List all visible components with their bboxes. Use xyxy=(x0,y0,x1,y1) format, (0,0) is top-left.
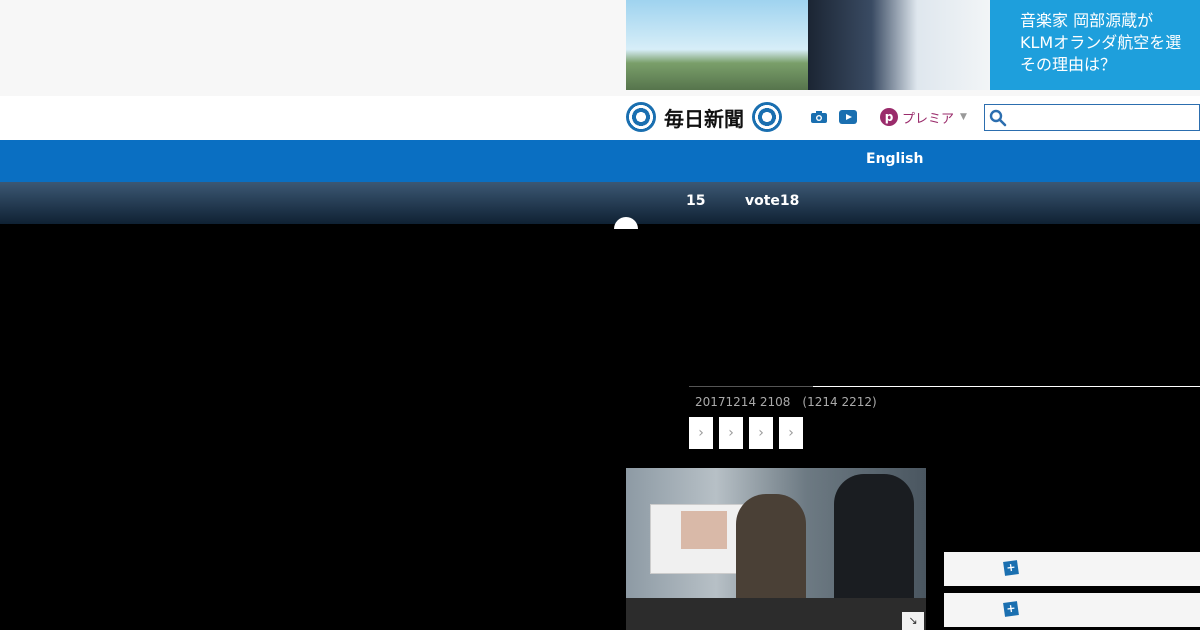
sub-nav-item-15[interactable]: 15 xyxy=(686,193,705,209)
logo-mark-icon xyxy=(626,102,656,132)
plus-icon: + xyxy=(1003,601,1019,617)
side-list-item[interactable]: + xyxy=(944,593,1200,627)
sub-nav-item-vote18[interactable]: vote18 xyxy=(745,193,799,209)
premium-label: プレミア xyxy=(902,111,955,127)
main-nav xyxy=(0,140,1200,182)
photo-sign-image xyxy=(681,511,727,549)
share-button[interactable]: › xyxy=(719,417,743,449)
article-photo[interactable]: ↘ xyxy=(626,468,926,630)
video-icon[interactable] xyxy=(839,110,857,124)
expand-icon[interactable]: ↘ xyxy=(902,612,924,630)
article-timestamp: 20171214 2108 (1214 2212) xyxy=(695,395,877,409)
photo-table xyxy=(626,598,926,630)
site-logo[interactable]: 毎日新聞 xyxy=(626,102,782,132)
share-button[interactable]: › xyxy=(779,417,803,449)
brand-name: 毎日新聞 xyxy=(664,106,744,131)
camera-icon[interactable] xyxy=(810,110,828,124)
ad-text: 音楽家 岡部源蔵が KLMオランダ航空を選 その理由は？ xyxy=(990,0,1200,90)
logo-mark-icon xyxy=(752,102,782,132)
search-icon[interactable] xyxy=(989,109,1007,127)
photo-person xyxy=(834,474,914,604)
photo-held-sign xyxy=(650,504,744,574)
title-divider-accent xyxy=(689,386,813,387)
premium-p-icon: p xyxy=(880,108,898,126)
ad-photo-airplane xyxy=(626,0,808,90)
nav-item-english[interactable]: English xyxy=(866,151,923,167)
plus-icon: + xyxy=(1003,560,1019,576)
photo-person xyxy=(736,494,806,604)
ad-text-line: 音楽家 岡部源蔵が xyxy=(1020,11,1154,30)
ad-photo-saxophonist xyxy=(808,0,990,90)
premium-menu[interactable]: p プレミア ▼ xyxy=(880,106,967,128)
sub-nav xyxy=(0,182,1200,224)
side-list-item[interactable]: + xyxy=(944,552,1200,586)
ad-text-line: KLMオランダ航空を選 xyxy=(1020,33,1182,52)
share-button[interactable]: › xyxy=(749,417,773,449)
chevron-down-icon: ▼ xyxy=(960,112,967,122)
search-input[interactable] xyxy=(984,104,1200,131)
ad-banner[interactable]: 音楽家 岡部源蔵が KLMオランダ航空を選 その理由は？ xyxy=(626,0,1200,90)
share-button[interactable]: › xyxy=(689,417,713,449)
ad-text-line: その理由は？ xyxy=(1020,55,1117,74)
